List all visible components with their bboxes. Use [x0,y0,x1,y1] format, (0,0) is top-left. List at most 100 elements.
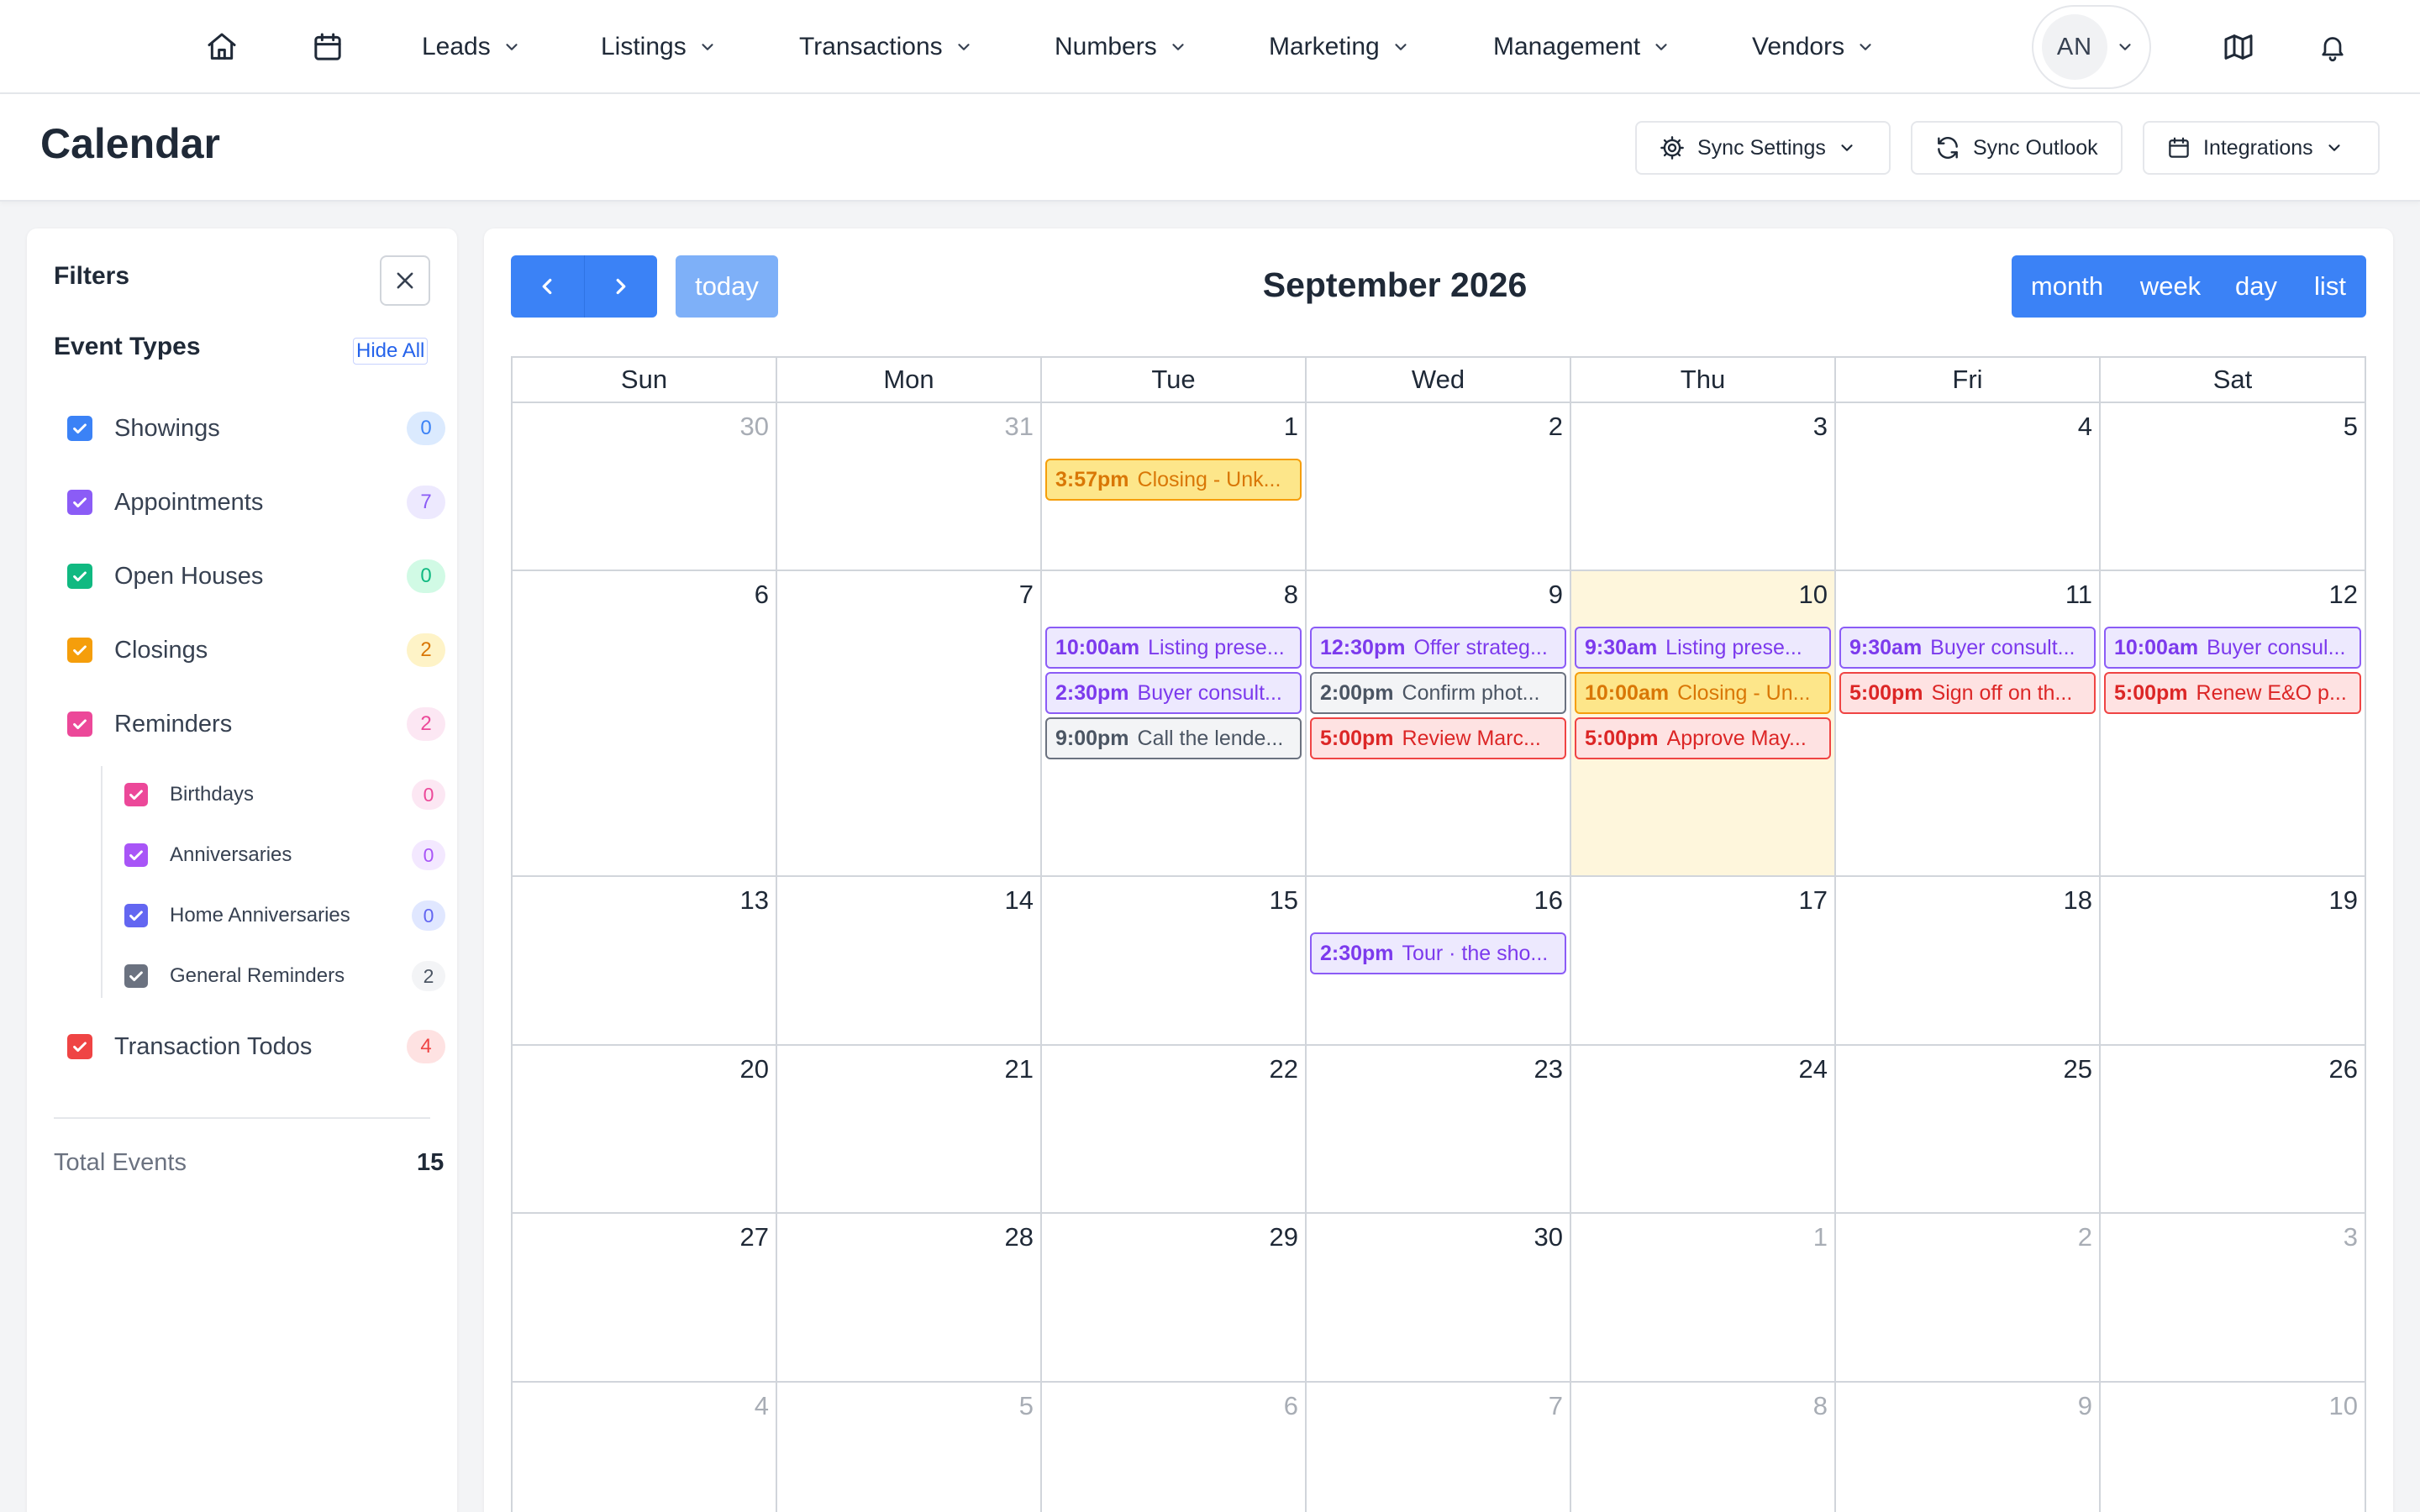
day-number[interactable]: 15 [1270,885,1298,916]
nav-leads[interactable]: Leads [422,25,521,69]
nav-numbers[interactable]: Numbers [1055,25,1187,69]
day-cell[interactable]: 8 [1571,1383,1836,1512]
day-cell[interactable]: 22 [1042,1046,1307,1214]
calendar-event[interactable]: 3:57pm Closing - Unk... [1045,459,1302,501]
day-cell[interactable]: 20 [513,1046,777,1214]
filter-closings[interactable]: Closings 2 [67,630,445,670]
checkbox[interactable] [67,1034,92,1059]
day-cell[interactable]: 1 [1571,1214,1836,1383]
calendar-event[interactable]: 5:00pm Approve May... [1575,717,1831,759]
day-number[interactable]: 5 [1019,1391,1034,1421]
checkbox[interactable] [124,843,148,867]
day-cell[interactable]: 13 [513,877,777,1046]
day-cell[interactable]: 26 [2101,1046,2366,1214]
day-cell[interactable]: 17 [1571,877,1836,1046]
day-number[interactable]: 30 [740,412,769,442]
day-cell[interactable]: 31 [777,403,1042,571]
day-number[interactable]: 10 [1799,580,1828,610]
filter-reminders[interactable]: Reminders 2 [67,704,445,744]
sync-outlook-button[interactable]: Sync Outlook [1911,121,2123,175]
day-number[interactable]: 1 [1284,412,1298,442]
user-menu[interactable]: AN [2032,5,2151,89]
day-number[interactable]: 6 [755,580,769,610]
day-number[interactable]: 23 [1534,1054,1563,1084]
day-cell[interactable]: 18 [1836,877,2101,1046]
day-cell[interactable]: 3 [1571,403,1836,571]
day-cell[interactable]: 28 [777,1214,1042,1383]
day-cell[interactable]: 30 [513,403,777,571]
checkbox[interactable] [124,904,148,927]
day-number[interactable]: 24 [1799,1054,1828,1084]
day-number[interactable]: 31 [1005,412,1034,442]
checkbox[interactable] [67,490,92,515]
day-number[interactable]: 16 [1534,885,1563,916]
filter-birthdays[interactable]: Birthdays 0 [124,774,445,815]
nav-marketing[interactable]: Marketing [1269,25,1410,69]
calendar-event[interactable]: 9:00pm Call the lende... [1045,717,1302,759]
day-number[interactable]: 30 [1534,1222,1563,1252]
day-cell[interactable]: 10 [2101,1383,2366,1512]
day-number[interactable]: 6 [1284,1391,1298,1421]
checkbox[interactable] [67,416,92,441]
day-number[interactable]: 20 [740,1054,769,1084]
day-number[interactable]: 19 [2329,885,2358,916]
calendar-event[interactable]: 10:00am Closing - Un... [1575,672,1831,714]
calendar-event[interactable]: 10:00am Listing prese... [1045,627,1302,669]
calendar-event[interactable]: 5:00pm Renew E&O p... [2104,672,2361,714]
day-cell[interactable]: 12 10:00am Buyer consul... 5:00pm Renew E&O … [2101,571,2366,877]
calendar-event[interactable]: 9:30am Listing prese... [1575,627,1831,669]
view-day-button[interactable]: day [2218,255,2294,318]
day-number[interactable]: 21 [1005,1054,1034,1084]
day-cell[interactable]: 25 [1836,1046,2101,1214]
nav-listings[interactable]: Listings [601,25,717,69]
close-filters-button[interactable] [380,255,430,306]
checkbox[interactable] [124,964,148,988]
day-number[interactable]: 4 [2078,412,2092,442]
day-cell[interactable]: 30 [1307,1214,1571,1383]
calendar-event[interactable]: 2:30pm Tour · the sho... [1310,932,1566,974]
nav-transactions[interactable]: Transactions [799,25,973,69]
day-cell[interactable]: 5 [777,1383,1042,1512]
day-number[interactable]: 13 [740,885,769,916]
calendar-event[interactable]: 2:30pm Buyer consult... [1045,672,1302,714]
day-cell[interactable]: 14 [777,877,1042,1046]
day-number[interactable]: 10 [2329,1391,2358,1421]
day-number[interactable]: 14 [1005,885,1034,916]
day-number[interactable]: 9 [1549,580,1563,610]
day-cell[interactable]: 4 [1836,403,2101,571]
day-number[interactable]: 17 [1799,885,1828,916]
view-list-button[interactable]: list [2294,255,2366,318]
day-number[interactable]: 26 [2329,1054,2358,1084]
day-number[interactable]: 29 [1270,1222,1298,1252]
day-cell[interactable]: 7 [777,571,1042,877]
calendar-event[interactable]: 2:00pm Confirm phot... [1310,672,1566,714]
day-number[interactable]: 11 [2065,580,2092,610]
day-cell[interactable]: 29 [1042,1214,1307,1383]
sync-settings-button[interactable]: Sync Settings [1635,121,1891,175]
filter-transaction-todos[interactable]: Transaction Todos 4 [67,1026,445,1067]
day-cell[interactable]: 23 [1307,1046,1571,1214]
home-icon[interactable] [198,24,245,71]
day-cell[interactable]: 9 [1836,1383,2101,1512]
day-cell[interactable]: 3 [2101,1214,2366,1383]
day-cell[interactable]: 4 [513,1383,777,1512]
view-week-button[interactable]: week [2123,255,2218,318]
filter-home-anniversaries[interactable]: Home Anniversaries 0 [124,895,445,936]
day-number[interactable]: 4 [755,1391,769,1421]
day-cell[interactable]: 6 [513,571,777,877]
integrations-button[interactable]: Integrations [2143,121,2380,175]
day-cell[interactable]: 6 [1042,1383,1307,1512]
day-number[interactable]: 7 [1019,580,1034,610]
day-number[interactable]: 18 [2064,885,2092,916]
calendar-event[interactable]: 5:00pm Sign off on th... [1839,672,2096,714]
day-cell[interactable]: 9 12:30pm Offer strateg... 2:00pm Confirm ph… [1307,571,1571,877]
calendar-event[interactable]: 10:00am Buyer consul... [2104,627,2361,669]
filter-general-reminders[interactable]: General Reminders 2 [124,956,445,996]
day-number[interactable]: 28 [1005,1222,1034,1252]
checkbox[interactable] [67,638,92,663]
filter-open-houses[interactable]: Open Houses 0 [67,556,445,596]
day-number[interactable]: 3 [1813,412,1828,442]
day-number[interactable]: 8 [1284,580,1298,610]
day-cell[interactable]: 27 [513,1214,777,1383]
map-icon[interactable] [2215,24,2262,71]
